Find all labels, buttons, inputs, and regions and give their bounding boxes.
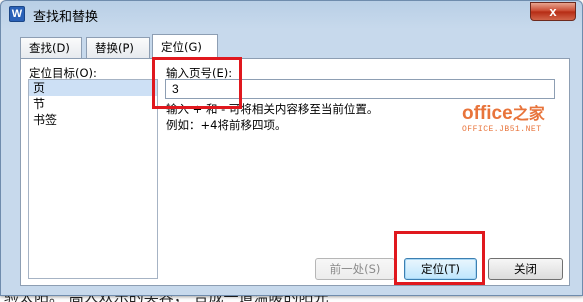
- highlight-page-number: [152, 57, 242, 109]
- title-bar[interactable]: W 查找和替换 x: [1, 1, 582, 27]
- dialog-title: 查找和替换: [33, 10, 99, 25]
- list-item-page[interactable]: 页: [29, 80, 157, 96]
- hint-text-line2: 例如：+4将前移四项。: [166, 118, 287, 132]
- list-item-bookmark[interactable]: 书签: [29, 112, 157, 128]
- tab-find[interactable]: 查找(D): [20, 37, 82, 59]
- previous-button[interactable]: 前一处(S): [315, 258, 395, 280]
- close-button[interactable]: 关闭: [488, 258, 563, 280]
- site-watermark: office之家 OFFICE.JB51.NET: [462, 103, 545, 135]
- goto-panel: 定位目标(O): 页 节 书签 输入页号(E): 3 输入 + 和 - 可将相关…: [20, 58, 570, 286]
- watermark-brand: office: [462, 103, 513, 124]
- watermark-url: OFFICE.JB51.NET: [462, 125, 542, 134]
- window-close-button[interactable]: x: [530, 2, 576, 21]
- tab-replace[interactable]: 替换(P): [86, 37, 150, 59]
- wps-writer-icon: W: [9, 6, 25, 22]
- find-replace-dialog: W 查找和替换 x 查找(D) 替换(P) 定位(G) 定位目标(O): 页 节…: [0, 0, 583, 296]
- watermark-brand-cn: 之家: [512, 104, 545, 123]
- goto-target-list[interactable]: 页 节 书签: [28, 79, 158, 279]
- list-item-section[interactable]: 节: [29, 96, 157, 112]
- highlight-goto-button: [394, 231, 485, 285]
